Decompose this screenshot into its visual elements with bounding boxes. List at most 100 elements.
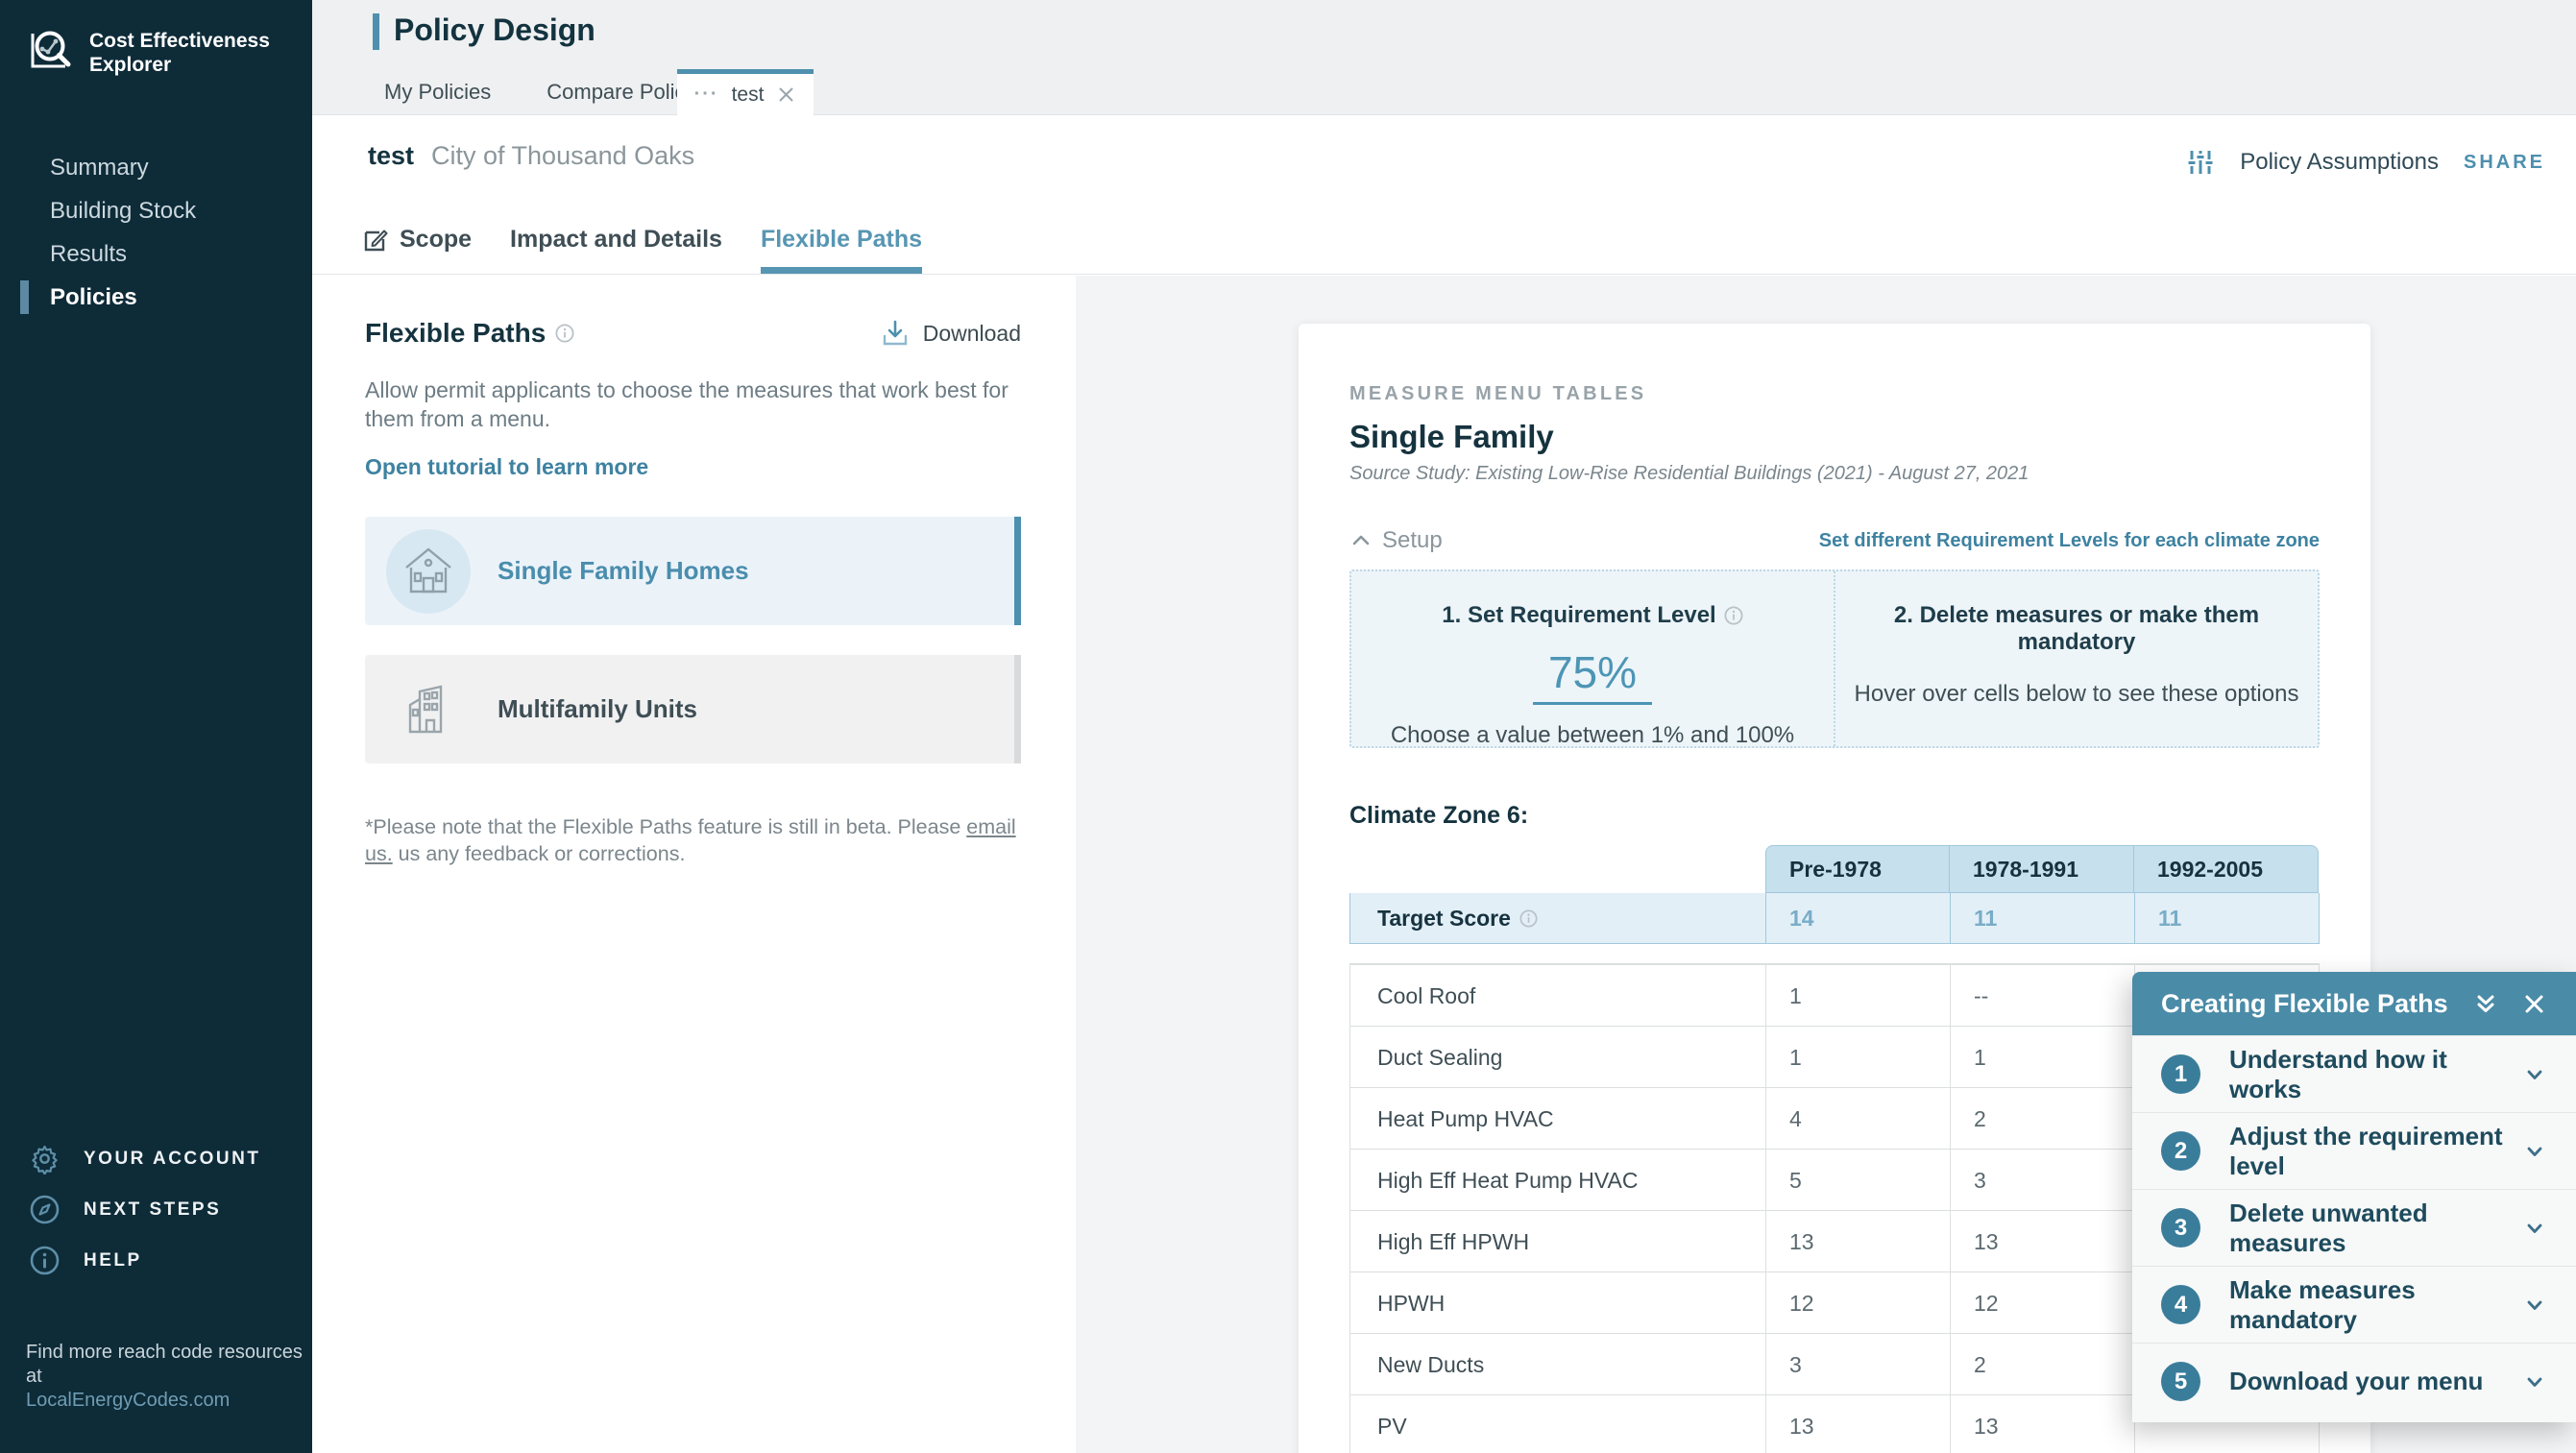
info-circle-icon[interactable] bbox=[555, 324, 574, 343]
target-score-1992-2005[interactable]: 11 bbox=[2134, 893, 2319, 944]
chevron-down-icon[interactable] bbox=[2522, 1062, 2547, 1087]
tab-impact-and-details[interactable]: Impact and Details bbox=[510, 226, 722, 274]
step-number-badge: 4 bbox=[2161, 1285, 2200, 1324]
step-label: Adjust the requirement level bbox=[2229, 1121, 2503, 1180]
measure-value-1978-1991[interactable]: 2 bbox=[1950, 1088, 2134, 1150]
building-type-multifamily[interactable]: Multifamily Units bbox=[365, 655, 1021, 763]
policy-jurisdiction: City of Thousand Oaks bbox=[431, 141, 695, 170]
sidebar-item-your-account[interactable]: YOUR ACCOUNT bbox=[0, 1133, 312, 1184]
target-score-pre-1978[interactable]: 14 bbox=[1765, 893, 1950, 944]
empty-header-cell bbox=[1349, 845, 1765, 893]
sidebar-item-next-steps[interactable]: NEXT STEPS bbox=[0, 1184, 312, 1235]
requirement-level-hint: Choose a value between 1% and 100% bbox=[1390, 722, 1795, 748]
top-header: Policy Design My Policies Compare Polici… bbox=[312, 0, 2576, 115]
sidebar-footer: Find more reach code resources at LocalE… bbox=[26, 1341, 312, 1413]
footer-text: Find more reach code resources at bbox=[26, 1342, 303, 1387]
tutorial-step[interactable]: 3 Delete unwanted measures bbox=[2132, 1189, 2576, 1266]
policy-tab-bar: Scope Impact and Details Flexible Paths bbox=[363, 226, 923, 274]
measure-value-1978-1991[interactable]: 2 bbox=[1950, 1334, 2134, 1395]
measure-menu-eyebrow: MEASURE MENU TABLES bbox=[1349, 383, 1647, 404]
creating-flexible-paths-popup: Creating Flexible Paths 1 Understand how… bbox=[2132, 972, 2576, 1422]
tab-my-policies[interactable]: My Policies bbox=[384, 80, 491, 105]
page-title: Policy Design bbox=[394, 12, 595, 47]
measure-value-1978-1991[interactable]: -- bbox=[1950, 965, 2134, 1027]
measure-name: HPWH bbox=[1377, 1291, 1446, 1316]
sidebar-nav-item[interactable]: Building Stock bbox=[0, 189, 312, 232]
sidebar-nav: Summary Building Stock Results Policies bbox=[0, 146, 312, 319]
measure-name: High Eff Heat Pump HVAC bbox=[1377, 1168, 1639, 1193]
measure-value-pre-1978[interactable]: 4 bbox=[1765, 1088, 1950, 1150]
info-circle-icon[interactable] bbox=[1724, 606, 1743, 625]
target-score-label: Target Score bbox=[1350, 893, 1765, 944]
sidebar: Cost Effectiveness Explorer Summary Buil… bbox=[0, 0, 312, 1453]
hover-cells-hint: Hover over cells below to see these opti… bbox=[1854, 681, 2299, 707]
measure-value-pre-1978[interactable]: 5 bbox=[1765, 1150, 1950, 1211]
policy-assumptions-button[interactable]: Policy Assumptions bbox=[2240, 149, 2439, 176]
tab-close-icon[interactable] bbox=[776, 85, 796, 105]
building-type-label: Single Family Homes bbox=[498, 556, 749, 585]
setup-box: 1. Set Requirement Level 75% Choose a va… bbox=[1349, 569, 2320, 748]
sidebar-item-help[interactable]: HELP bbox=[0, 1235, 312, 1286]
tutorial-step[interactable]: 5 Download your menu bbox=[2132, 1343, 2576, 1419]
download-icon bbox=[881, 319, 910, 348]
measure-value-pre-1978[interactable]: 1 bbox=[1765, 1027, 1950, 1088]
tab-menu-ellipsis-icon[interactable]: ··· bbox=[694, 84, 719, 106]
app-logo[interactable]: Cost Effectiveness Explorer bbox=[0, 0, 312, 77]
gear-icon bbox=[29, 1143, 61, 1175]
column-header-pre-1978: Pre-1978 bbox=[1765, 845, 1950, 893]
collapse-double-chevron-icon[interactable] bbox=[2471, 989, 2500, 1018]
chevron-down-icon[interactable] bbox=[2522, 1139, 2547, 1164]
chevron-down-icon[interactable] bbox=[2522, 1293, 2547, 1318]
measure-value-pre-1978[interactable]: 3 bbox=[1765, 1334, 1950, 1395]
share-button[interactable]: SHARE bbox=[2464, 152, 2545, 174]
popup-steps: 1 Understand how it works 2 Adjust the r… bbox=[2132, 1035, 2576, 1422]
tutorial-step[interactable]: 1 Understand how it works bbox=[2132, 1035, 2576, 1112]
measure-value-pre-1978[interactable]: 13 bbox=[1765, 1211, 1950, 1272]
popup-title: Creating Flexible Paths bbox=[2161, 988, 2448, 1018]
measure-value-1978-1991[interactable]: 12 bbox=[1950, 1272, 2134, 1334]
tutorial-step[interactable]: 4 Make measures mandatory bbox=[2132, 1266, 2576, 1343]
measure-value-1978-1991[interactable]: 13 bbox=[1950, 1395, 2134, 1453]
measure-value-pre-1978[interactable]: 1 bbox=[1765, 965, 1950, 1027]
tab-scope[interactable]: Scope bbox=[363, 226, 472, 274]
target-score-table: Pre-1978 1978-1991 1992-2005 Target Scor… bbox=[1349, 845, 2320, 944]
beta-note: *Please note that the Flexible Paths fea… bbox=[365, 815, 1016, 865]
flexible-paths-panel: Flexible Paths Download Allow permit app… bbox=[312, 276, 1076, 1453]
step-label: Delete unwanted measures bbox=[2229, 1198, 2428, 1257]
download-button[interactable]: Download bbox=[881, 319, 1021, 348]
tab-flexible-paths[interactable]: Flexible Paths bbox=[760, 226, 923, 274]
chevron-down-icon[interactable] bbox=[2522, 1216, 2547, 1241]
climate-zone-levels-link[interactable]: Set different Requirement Levels for eac… bbox=[1819, 530, 2320, 552]
measure-value-pre-1978[interactable]: 12 bbox=[1765, 1272, 1950, 1334]
info-circle-icon[interactable] bbox=[1519, 909, 1538, 928]
setup-step-2: 2. Delete measures or make them mandator… bbox=[1835, 571, 2318, 746]
policy-header: test City of Thousand Oaks Policy Assumpt… bbox=[312, 116, 2576, 275]
app-screen: Cost Effectiveness Explorer Summary Buil… bbox=[0, 0, 2576, 1453]
measure-value-1978-1991[interactable]: 1 bbox=[1950, 1027, 2134, 1088]
title-accent-bar bbox=[373, 13, 379, 50]
measure-menu-title: Single Family bbox=[1349, 419, 1554, 454]
measure-value-1978-1991[interactable]: 13 bbox=[1950, 1211, 2134, 1272]
open-tutorial-link[interactable]: Open tutorial to learn more bbox=[365, 454, 648, 480]
sidebar-nav-item[interactable]: Policies bbox=[0, 276, 312, 319]
step-label: Make measures mandatory bbox=[2229, 1274, 2416, 1334]
step-label: Understand how it works bbox=[2229, 1044, 2447, 1103]
set-requirement-level-title: 1. Set Requirement Level bbox=[1442, 602, 1743, 629]
building-type-single-family[interactable]: Single Family Homes bbox=[365, 517, 1021, 625]
close-icon[interactable] bbox=[2521, 991, 2547, 1017]
tutorial-step[interactable]: 2 Adjust the requirement level bbox=[2132, 1112, 2576, 1189]
tab-policy-test[interactable]: ··· test bbox=[677, 69, 814, 115]
measure-value-pre-1978[interactable]: 13 bbox=[1765, 1395, 1950, 1453]
measure-name: PV bbox=[1377, 1414, 1407, 1439]
target-score-1978-1991[interactable]: 11 bbox=[1950, 893, 2134, 944]
chevron-down-icon[interactable] bbox=[2522, 1369, 2547, 1394]
setup-collapse-toggle[interactable]: Setup bbox=[1349, 527, 1443, 554]
requirement-level-input[interactable]: 75% bbox=[1533, 646, 1652, 705]
sidebar-nav-item[interactable]: Results bbox=[0, 232, 312, 276]
column-header-1992-2005: 1992-2005 bbox=[2134, 845, 2319, 893]
footer-link[interactable]: LocalEnergyCodes.com bbox=[26, 1390, 230, 1411]
measure-name: Cool Roof bbox=[1377, 983, 1476, 1008]
measure-name: Duct Sealing bbox=[1377, 1045, 1503, 1070]
measure-value-1978-1991[interactable]: 3 bbox=[1950, 1150, 2134, 1211]
sidebar-nav-item[interactable]: Summary bbox=[0, 146, 312, 189]
